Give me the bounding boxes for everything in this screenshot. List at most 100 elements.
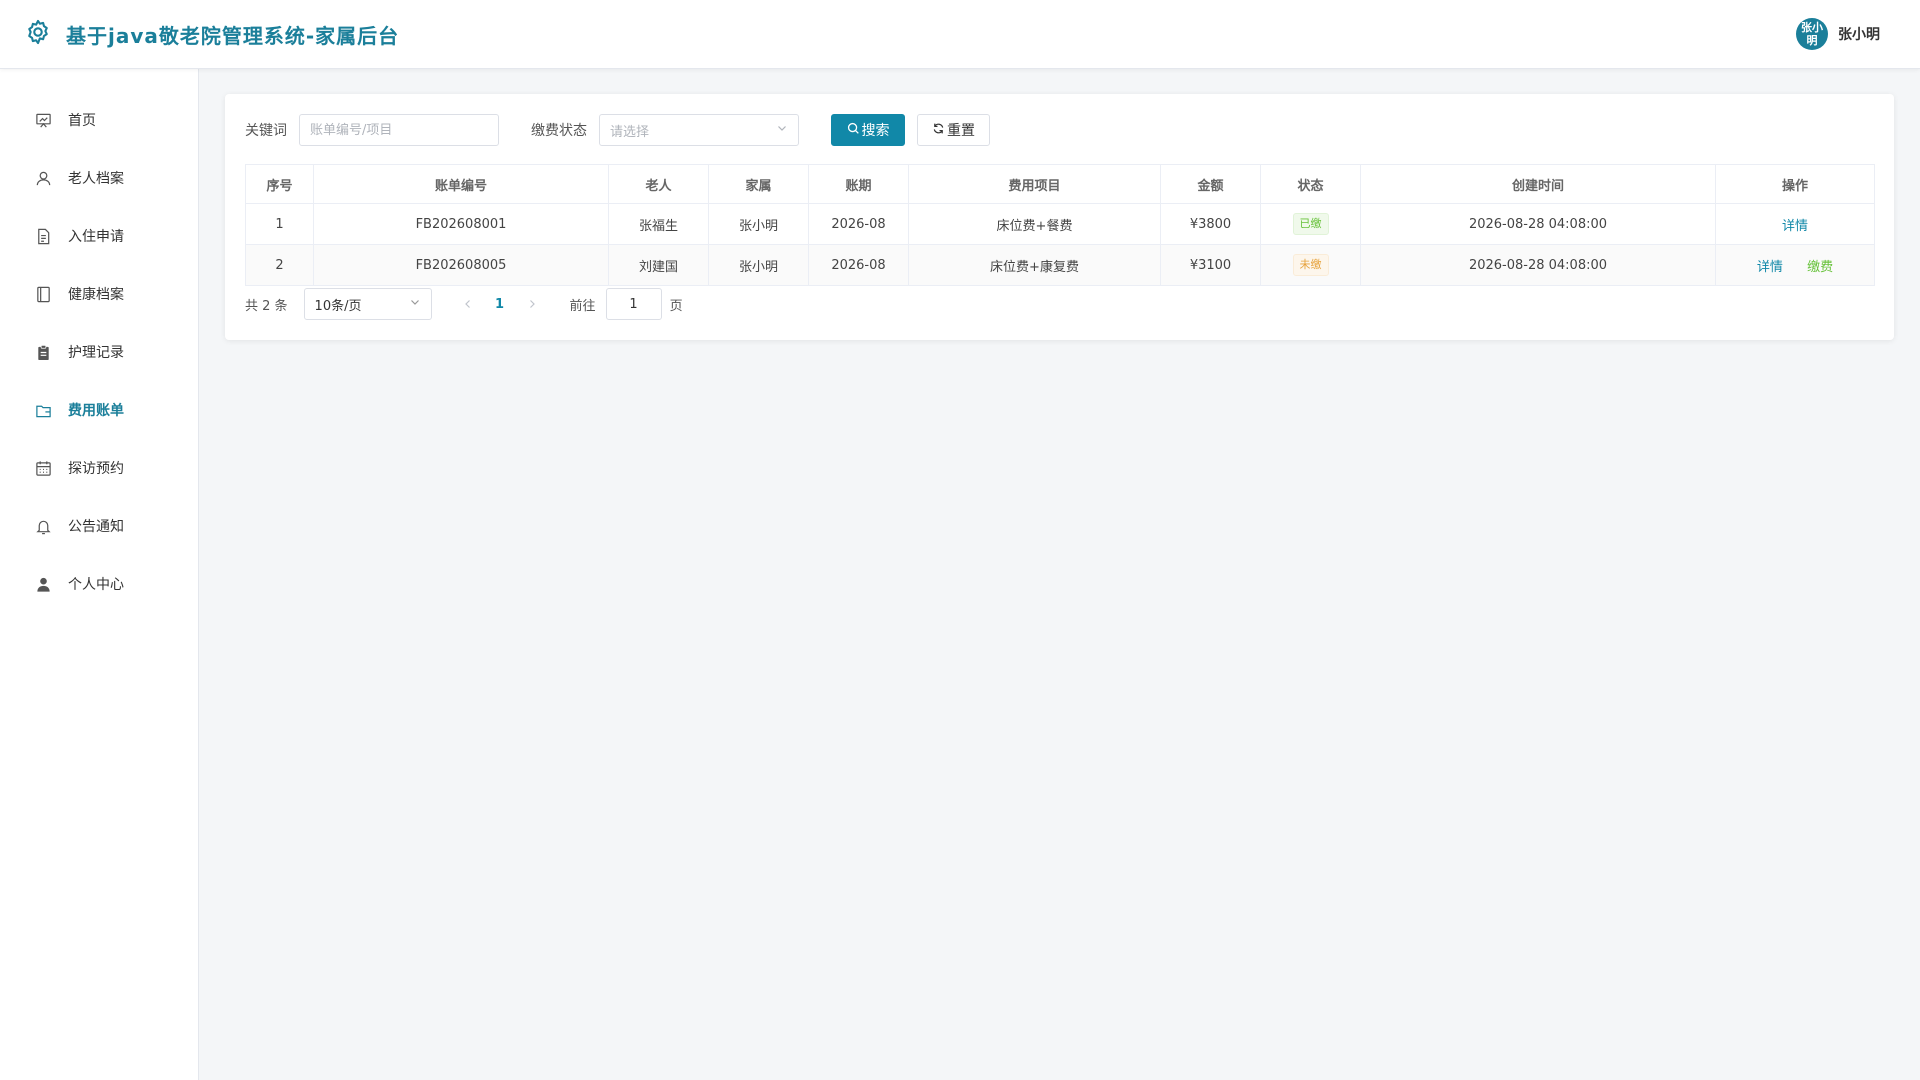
filter-bar: 关键词 缴费状态 请选择 搜索 重置 <box>245 114 1874 146</box>
column-header-actions: 操作 <box>1715 164 1875 204</box>
clipboard-icon <box>34 343 52 361</box>
sidebar-item-nursing[interactable]: 护理记录 <box>0 323 198 381</box>
avatar[interactable]: 张小明 <box>1796 18 1828 50</box>
document-icon <box>34 227 52 245</box>
cell-created: 2026-08-28 04:08:00 <box>1360 203 1716 245</box>
goto-page-input[interactable] <box>605 288 662 320</box>
gear-icon <box>24 18 52 50</box>
sidebar-item-label: 费用账单 <box>68 403 124 419</box>
column-header-family: 家属 <box>708 164 809 204</box>
user-menu[interactable]: 张小明 张小明 <box>1796 18 1880 50</box>
cell-items: 床位费+康复费 <box>908 244 1161 286</box>
column-header-amount: 金额 <box>1160 164 1261 204</box>
cell-amount: ¥3100 <box>1160 244 1261 286</box>
sidebar-item-billing[interactable]: 费用账单 <box>0 381 198 439</box>
cell-status: 已缴 <box>1260 203 1361 245</box>
column-header-status: 状态 <box>1260 164 1361 204</box>
status-select[interactable]: 请选择 <box>599 114 799 146</box>
keyword-input[interactable] <box>299 114 499 146</box>
sidebar-item-label: 个人中心 <box>68 577 124 593</box>
reset-button-label: 重置 <box>947 123 975 139</box>
status-label: 缴费状态 <box>531 123 587 139</box>
cell-status: 未缴 <box>1260 244 1361 286</box>
table-header-row: 序号 账单编号 老人 家属 账期 费用项目 金额 状态 创建时间 操作 <box>245 164 1875 204</box>
cell-index: 2 <box>245 244 314 286</box>
pay-link[interactable]: 缴费 <box>1807 260 1833 275</box>
pagination: 共 2 条 10条/页 1 前往 页 <box>245 288 1874 320</box>
sidebar-item-label: 护理记录 <box>68 345 124 361</box>
sidebar-item-label: 老人档案 <box>68 171 124 187</box>
search-button[interactable]: 搜索 <box>831 114 905 146</box>
refresh-icon <box>932 122 947 139</box>
goto-label: 前往 <box>569 298 596 314</box>
cell-family: 张小明 <box>708 244 809 286</box>
chevron-right-icon <box>529 300 535 308</box>
detail-link[interactable]: 详情 <box>1757 260 1783 275</box>
user-filled-icon <box>34 575 52 593</box>
cell-elder: 张福生 <box>608 203 709 245</box>
sidebar-item-elder-profile[interactable]: 老人档案 <box>0 149 198 207</box>
page-size-select[interactable]: 10条/页 <box>303 288 432 320</box>
cell-created: 2026-08-28 04:08:00 <box>1360 244 1716 286</box>
column-header-created: 创建时间 <box>1360 164 1716 204</box>
chevron-left-icon <box>464 300 470 308</box>
status-badge: 未缴 <box>1292 254 1329 276</box>
status-select-placeholder: 请选择 <box>610 124 650 140</box>
cell-period: 2026-08 <box>808 203 909 245</box>
column-header-elder: 老人 <box>608 164 709 204</box>
app-title: 基于java敬老院管理系统-家属后台 <box>66 23 400 48</box>
status-badge: 已缴 <box>1292 213 1329 235</box>
sidebar-item-label: 公告通知 <box>68 519 124 535</box>
pagination-total: 共 2 条 <box>245 298 288 314</box>
billing-card: 关键词 缴费状态 请选择 搜索 重置 序号 <box>225 94 1894 340</box>
keyword-label: 关键词 <box>245 123 287 139</box>
column-header-period: 账期 <box>808 164 909 204</box>
cell-items: 床位费+餐费 <box>908 203 1161 245</box>
sidebar-item-label: 探访预约 <box>68 461 124 477</box>
brand: 基于java敬老院管理系统-家属后台 <box>24 18 399 50</box>
user-name[interactable]: 张小明 <box>1838 24 1880 44</box>
notebook-icon <box>34 285 52 303</box>
user-icon <box>34 169 52 187</box>
page-number-current[interactable]: 1 <box>482 297 518 312</box>
wallet-icon <box>34 401 52 419</box>
next-page-button[interactable] <box>518 290 546 318</box>
sidebar-item-home[interactable]: 首页 <box>0 91 198 149</box>
cell-bill-no: FB202608005 <box>313 244 609 286</box>
billing-table: 序号 账单编号 老人 家属 账期 费用项目 金额 状态 创建时间 操作 1 FB… <box>245 164 1875 286</box>
search-button-label: 搜索 <box>861 123 890 139</box>
search-icon <box>847 122 862 139</box>
column-header-bill-no: 账单编号 <box>313 164 609 204</box>
cell-index: 1 <box>245 203 314 245</box>
column-header-items: 费用项目 <box>908 164 1161 204</box>
cell-actions: 详情 <box>1715 203 1875 245</box>
cell-period: 2026-08 <box>808 244 909 286</box>
bell-icon <box>34 517 52 535</box>
sidebar-item-visit[interactable]: 探访预约 <box>0 439 198 497</box>
cell-amount: ¥3800 <box>1160 203 1261 245</box>
top-header: 基于java敬老院管理系统-家属后台 张小明 张小明 <box>0 0 1920 69</box>
sidebar-item-label: 首页 <box>68 113 96 129</box>
detail-link[interactable]: 详情 <box>1782 219 1808 234</box>
sidebar-item-notice[interactable]: 公告通知 <box>0 497 198 555</box>
calendar-icon <box>34 459 52 477</box>
prev-page-button[interactable] <box>454 290 482 318</box>
sidebar-item-health[interactable]: 健康档案 <box>0 265 198 323</box>
cell-family: 张小明 <box>708 203 809 245</box>
chart-board-icon <box>34 111 52 129</box>
page-unit-label: 页 <box>669 298 683 314</box>
table-row: 2 FB202608005 刘建国 张小明 2026-08 床位费+康复费 ¥3… <box>245 244 1875 286</box>
sidebar-item-label: 健康档案 <box>68 287 124 303</box>
chevron-down-icon <box>409 296 421 312</box>
page-size-value: 10条/页 <box>314 298 362 314</box>
sidebar: 首页 老人档案 入住申请 健康档案 护理记录 费用账单 探访预约 公告通知 个人… <box>0 69 199 1080</box>
sidebar-item-label: 入住申请 <box>68 229 124 245</box>
sidebar-item-admission[interactable]: 入住申请 <box>0 207 198 265</box>
cell-elder: 刘建国 <box>608 244 709 286</box>
cell-actions: 详情 缴费 <box>1715 244 1875 286</box>
sidebar-item-profile[interactable]: 个人中心 <box>0 555 198 613</box>
column-header-index: 序号 <box>245 164 314 204</box>
table-row: 1 FB202608001 张福生 张小明 2026-08 床位费+餐费 ¥38… <box>245 203 1875 245</box>
reset-button[interactable]: 重置 <box>917 114 990 146</box>
cell-bill-no: FB202608001 <box>313 203 609 245</box>
